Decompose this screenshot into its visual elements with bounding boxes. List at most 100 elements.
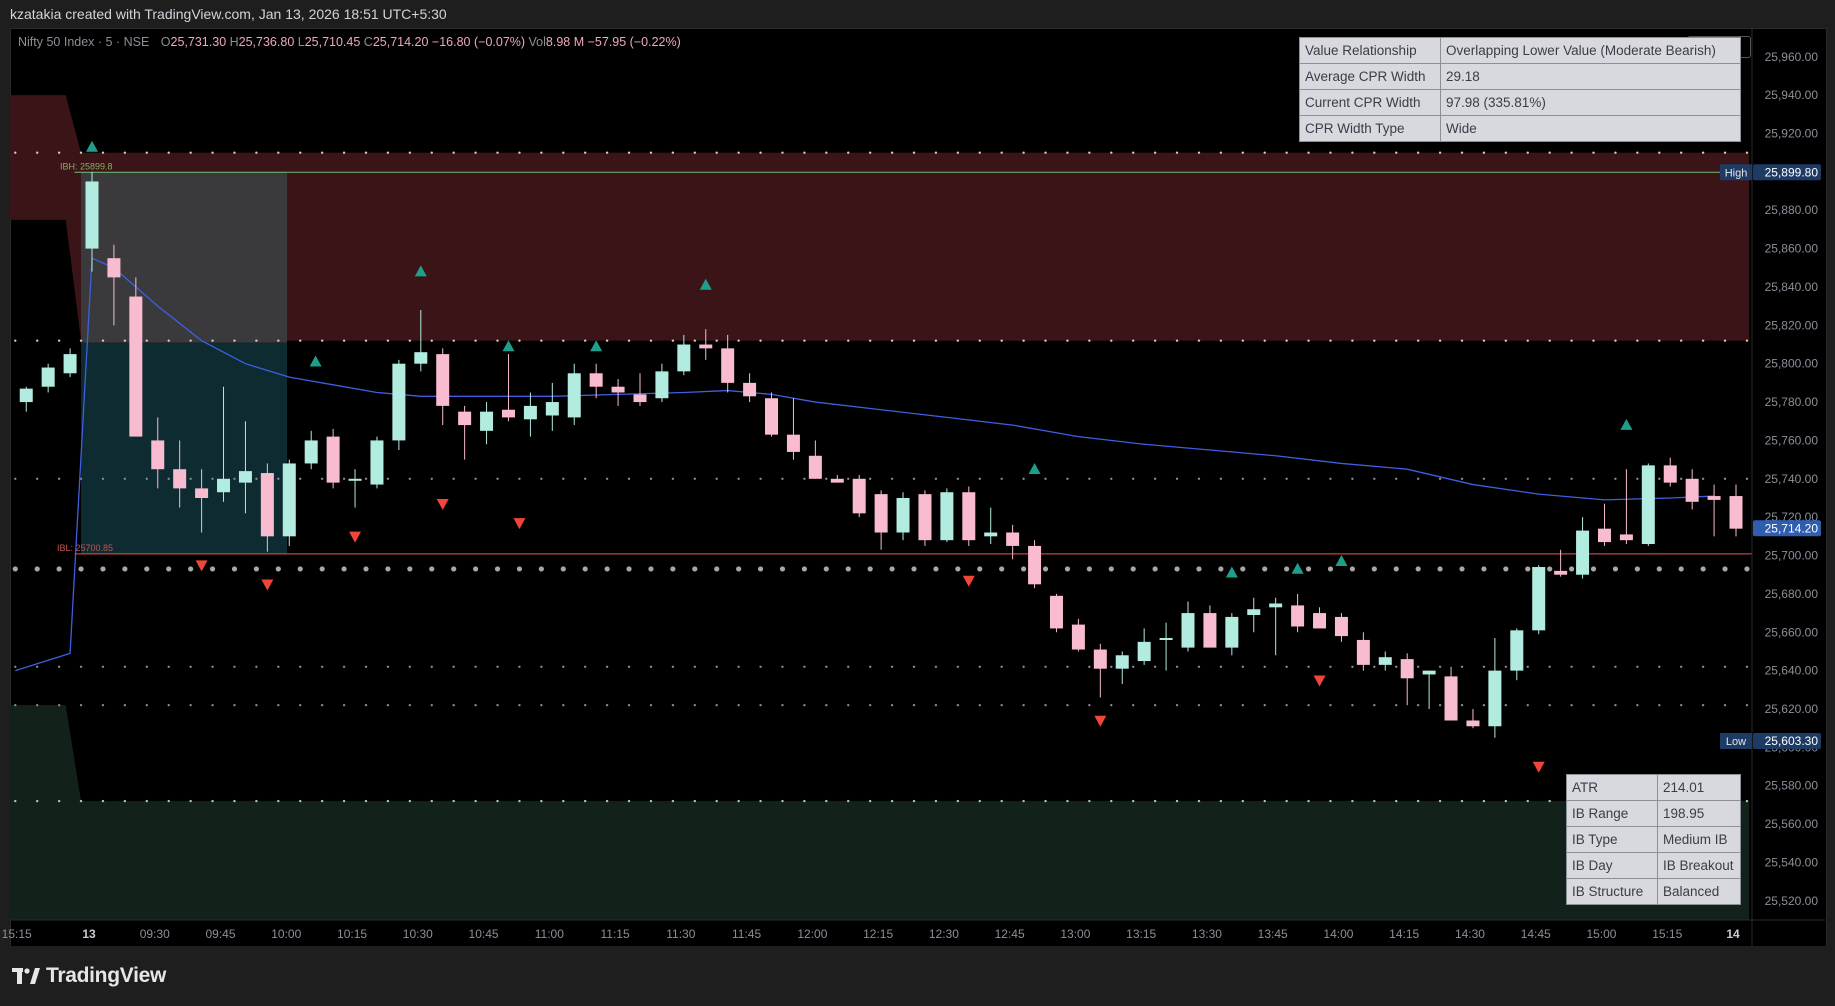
- level-dot: [868, 703, 872, 707]
- symbol-label[interactable]: Nifty 50 Index · 5 · NSE: [18, 35, 149, 49]
- level-dot: [562, 151, 565, 154]
- level-dot: [57, 477, 61, 480]
- candle-body: [414, 352, 428, 364]
- level-dot: [956, 799, 960, 803]
- price-tag-value: 25,899.80: [1765, 165, 1819, 179]
- candle-body: [1093, 649, 1107, 669]
- level-dot: [803, 799, 806, 803]
- level-dot: [627, 703, 631, 707]
- level-dot: [1701, 151, 1705, 154]
- level-dot: [627, 339, 631, 342]
- level-dot: [803, 339, 806, 342]
- level-dot: [1022, 665, 1025, 668]
- price-tick-label: 25,560.00: [1765, 817, 1819, 831]
- level-dot: [1022, 477, 1025, 480]
- level-dot: [759, 339, 762, 342]
- level-dot: [1241, 799, 1245, 803]
- candle-body: [655, 371, 669, 399]
- level-dot: [693, 799, 696, 803]
- level-dot: [803, 151, 806, 154]
- candlestick-chart[interactable]: IBH: 25899.8 IBL: 25700.85 25,960.00 25,940…: [0, 0, 1835, 1006]
- level-dot: [145, 703, 148, 707]
- level-dot: [1175, 799, 1179, 803]
- level-dot: [386, 339, 390, 342]
- level-dot: [211, 799, 214, 803]
- level-dot: [584, 703, 587, 707]
- level-dot: [627, 799, 631, 803]
- level-dot: [1263, 665, 1266, 668]
- candle-body: [545, 402, 559, 416]
- level-dot: [1416, 703, 1420, 707]
- level-dot: [451, 566, 457, 572]
- level-dot: [320, 477, 324, 480]
- level-dot: [1548, 703, 1551, 707]
- level-dot: [452, 151, 455, 154]
- level-dot: [781, 665, 784, 668]
- level-dot: [1219, 151, 1223, 154]
- candle-body: [1049, 595, 1063, 629]
- level-dot: [934, 151, 938, 154]
- level-dot: [737, 799, 740, 803]
- level-dot: [277, 477, 280, 480]
- level-dot: [803, 703, 806, 707]
- level-dot: [890, 151, 894, 154]
- level-dot: [1175, 665, 1179, 668]
- level-dot: [562, 799, 565, 803]
- candle-body: [743, 382, 757, 397]
- info-value: Overlapping Lower Value (Moderate Bearis…: [1440, 37, 1741, 64]
- down-signal-marker: [436, 498, 449, 510]
- time-tick-label: 12:00: [797, 927, 827, 941]
- level-dot: [14, 703, 17, 707]
- level-dot: [1285, 665, 1288, 668]
- candle-body: [238, 471, 252, 483]
- level-dot: [430, 799, 433, 803]
- level-dot: [101, 151, 105, 154]
- level-dot: [1088, 151, 1091, 154]
- level-dot: [1504, 151, 1508, 154]
- up-signal-marker: [309, 355, 322, 367]
- level-dot: [386, 703, 390, 707]
- price-tag-value: 25,714.20: [1765, 521, 1819, 535]
- level-dot: [715, 799, 718, 803]
- level-dot: [911, 566, 917, 572]
- level-dot: [868, 477, 872, 480]
- candle-body: [436, 354, 450, 406]
- level-dot: [1416, 151, 1420, 154]
- candle-body: [567, 373, 581, 418]
- level-dot: [1152, 566, 1158, 572]
- level-dot: [912, 477, 916, 480]
- level-dot: [1241, 477, 1245, 480]
- level-dot: [79, 703, 83, 707]
- level-dot: [1393, 566, 1399, 572]
- level-dot: [386, 151, 390, 154]
- level-dot: [955, 566, 961, 572]
- level-dot: [1658, 703, 1661, 707]
- level-dot: [14, 665, 17, 668]
- level-dot: [79, 665, 83, 668]
- candle-body: [151, 440, 165, 470]
- info-row: IB Day IB Breakout: [1566, 852, 1741, 879]
- level-dot: [825, 339, 828, 342]
- level-dot: [364, 339, 368, 342]
- level-dot: [977, 566, 983, 572]
- level-dot: [1132, 703, 1135, 707]
- level-dot: [144, 566, 150, 572]
- time-tick-label: 12:15: [863, 927, 893, 941]
- tradingview-logo[interactable]: TradingView: [12, 964, 166, 988]
- info-value: 214.01: [1657, 774, 1741, 801]
- level-dot: [1745, 151, 1749, 154]
- level-dot: [1460, 799, 1464, 803]
- level-dot: [1285, 339, 1288, 342]
- level-dot: [145, 339, 148, 342]
- level-dot: [1285, 151, 1288, 154]
- level-dot: [123, 151, 127, 154]
- candle-body: [1488, 670, 1502, 727]
- level-dot: [233, 151, 236, 154]
- time-tick-label: 15:15: [2, 927, 32, 941]
- level-dot: [1153, 703, 1157, 707]
- up-signal-marker: [1028, 462, 1041, 474]
- level-dot: [1284, 566, 1290, 572]
- level-dot: [627, 151, 631, 154]
- level-dot: [452, 703, 455, 707]
- level-dot: [79, 339, 83, 342]
